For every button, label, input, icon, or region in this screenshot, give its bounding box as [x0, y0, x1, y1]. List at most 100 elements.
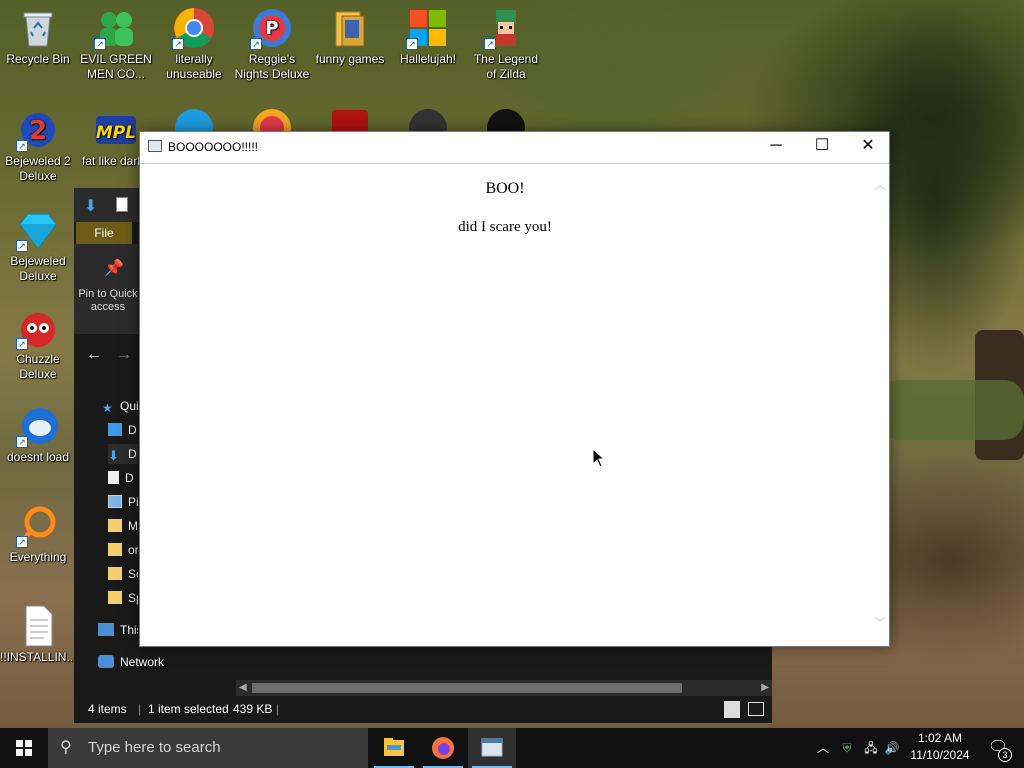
nav-documents[interactable]: D	[108, 468, 138, 488]
status-divider: |	[276, 702, 280, 716]
scroll-down-icon[interactable]: ﹀	[873, 614, 887, 631]
taskbar-firefox[interactable]	[419, 728, 467, 768]
desktop-icon-reggie2-partial[interactable]	[234, 106, 310, 132]
scroll-up-icon[interactable]: ︿	[873, 176, 887, 193]
taskbar-file-explorer[interactable]	[370, 728, 418, 768]
taskbar-search-box[interactable]: ⚲ Type here to search	[48, 728, 368, 768]
quick-access-toolbar: ⬇	[74, 188, 138, 222]
nav-downloads[interactable]: ⬇ D	[108, 444, 138, 464]
desktop-icon-installing[interactable]: !!INSTALLIN...	[0, 604, 76, 665]
desktop-icon-label: EVIL GREEN MEN CO...	[80, 52, 152, 81]
desktop-icon-legend-of-zilda[interactable]: ↗ The Legend of Zilda	[468, 6, 544, 82]
desktop-icon-funny-games[interactable]: funny games	[312, 6, 388, 67]
nav-network[interactable]: Network	[98, 652, 218, 672]
show-hidden-icons-button[interactable]: ︿	[812, 728, 834, 768]
desktop-icon-label: Hallelujah!	[399, 52, 457, 66]
windows-logo-icon: ↗	[406, 6, 450, 50]
scroll-left-icon[interactable]: ◀	[239, 680, 247, 696]
app-icon	[406, 106, 450, 132]
thunderbird-icon: ↗	[16, 404, 60, 448]
desktop-icon-bejeweled-2[interactable]: 2 ↗ Bejeweled 2 Deluxe	[0, 108, 76, 184]
everything-icon: ↗	[16, 504, 60, 548]
edge-icon	[172, 106, 216, 132]
properties-icon[interactable]	[116, 197, 128, 212]
svg-text:P: P	[265, 18, 278, 39]
item-count: 4 items	[88, 702, 127, 716]
mpl-icon: MPL	[94, 108, 138, 152]
scrollbar-thumb[interactable]	[252, 683, 682, 693]
diamond-icon: ↗	[16, 208, 60, 252]
boo-message: did I scare you!	[458, 219, 552, 235]
back-arrow-icon[interactable]: ←	[86, 346, 102, 364]
desktop-icon-everything[interactable]: ↗ Everything	[0, 504, 76, 565]
dialog-content: BOO! did I scare you! ︿ ﹀	[140, 163, 889, 646]
nav-quick-access[interactable]: ★ Qui	[102, 396, 138, 416]
selection-count: 1 item selected	[148, 702, 229, 716]
boo-dialog-window[interactable]: BOOOOOOO!!!!! ─ ☐ ✕ BOO! did I scare you…	[139, 131, 890, 647]
desktop-icon-reggies-nights[interactable]: P ↗ Reggie's Nights Deluxe	[234, 6, 310, 82]
pin-to-quick-access-button[interactable]: Pin to Quick access	[78, 288, 138, 314]
vertical-scrollbar[interactable]: ︿ ﹀	[871, 164, 889, 647]
file-tab[interactable]: File	[76, 222, 132, 244]
download-arrow-icon[interactable]: ⬇	[84, 196, 97, 216]
nav-folder[interactable]: M	[108, 516, 138, 536]
text-file-icon	[16, 604, 60, 648]
boo-heading: BOO!	[485, 180, 525, 197]
status-bar: 4 items | 1 item selected 439 KB |	[74, 696, 772, 723]
desktop-icon-yashma-partial[interactable]	[468, 106, 544, 132]
start-button[interactable]	[0, 728, 48, 768]
forward-arrow-icon[interactable]: →	[116, 346, 132, 364]
flash-icon	[328, 106, 372, 132]
desktop-icon-recycle-bin[interactable]: Recycle Bin	[0, 6, 76, 67]
maximize-button[interactable]: ☐	[799, 132, 845, 162]
desktop-icon-edge-partial[interactable]	[156, 106, 232, 132]
desktop-icon-dark-partial[interactable]	[390, 106, 466, 132]
desktop-icon-chuzzle[interactable]: ↗ Chuzzle Deluxe	[0, 306, 76, 382]
close-button[interactable]: ✕	[845, 132, 891, 162]
scroll-right-icon[interactable]: ▶	[761, 680, 769, 696]
network-icon	[98, 655, 114, 668]
folder-icon	[108, 567, 122, 580]
action-center-button[interactable]: 🗨 3	[978, 728, 1018, 768]
navigation-bar: ← →	[74, 338, 138, 378]
nav-this-pc[interactable]: This	[98, 620, 138, 640]
status-divider: |	[138, 702, 142, 716]
large-icons-view-button[interactable]	[748, 702, 764, 716]
desktop-icon-label: The Legend of Zilda	[473, 52, 539, 81]
speaker-icon: 🔊	[884, 741, 900, 755]
zilda-icon: ↗	[484, 6, 528, 50]
title-bar[interactable]: BOOOOOOO!!!!! ─ ☐ ✕	[140, 132, 889, 162]
volume-tray-icon[interactable]: 🔊	[882, 728, 902, 768]
taskbar-clock[interactable]: 1:02 AM 11/10/2024	[900, 730, 980, 764]
reggie-icon	[250, 106, 294, 132]
pin-icon: 📌	[104, 260, 124, 277]
horizontal-scrollbar[interactable]: ◀ ▶	[236, 680, 772, 696]
desktop-icon-doesnt-load[interactable]: ↗ doesnt load	[0, 404, 76, 465]
search-placeholder: Type here to search	[88, 739, 221, 756]
minimize-button[interactable]: ─	[753, 132, 799, 162]
desktop-icon-bejeweled-deluxe[interactable]: ↗ Bejeweled Deluxe	[0, 208, 76, 284]
shield-icon: ⛨	[842, 741, 852, 755]
desktop-icon-label: Recycle Bin	[6, 52, 70, 66]
nav-folder[interactable]: or	[108, 540, 138, 560]
taskbar-hta-app[interactable]	[468, 728, 516, 768]
ethernet-icon: 🖧	[864, 741, 878, 755]
desktop-icon-label: !!INSTALLIN...	[0, 650, 77, 664]
network-tray-icon[interactable]: 🖧	[860, 728, 882, 768]
details-view-button[interactable]	[724, 701, 740, 718]
bejeweled2-icon: 2 ↗	[16, 108, 60, 152]
nav-desktop[interactable]: D	[108, 420, 138, 440]
desktop-icon-evil-green-men[interactable]: ↗ EVIL GREEN MEN CO...	[78, 6, 154, 82]
desktop-icon-flash-partial[interactable]	[312, 106, 388, 132]
window-title: BOOOOOOO!!!!!	[168, 140, 259, 154]
nav-pictures[interactable]: Pi	[108, 492, 138, 512]
chrome-icon: ↗	[172, 6, 216, 50]
hta-app-icon	[481, 738, 503, 757]
desktop-icon-hallelujah[interactable]: ↗ Hallelujah!	[390, 6, 466, 67]
desktop-icon-label: Everything	[9, 550, 67, 564]
security-tray-icon[interactable]: ⛨	[836, 728, 858, 768]
app-window-icon	[148, 140, 162, 152]
desktop-icon-chrome[interactable]: ↗ literally unuseable	[156, 6, 232, 82]
nav-folder[interactable]: Sp	[108, 588, 138, 608]
nav-folder[interactable]: Sc	[108, 564, 138, 584]
